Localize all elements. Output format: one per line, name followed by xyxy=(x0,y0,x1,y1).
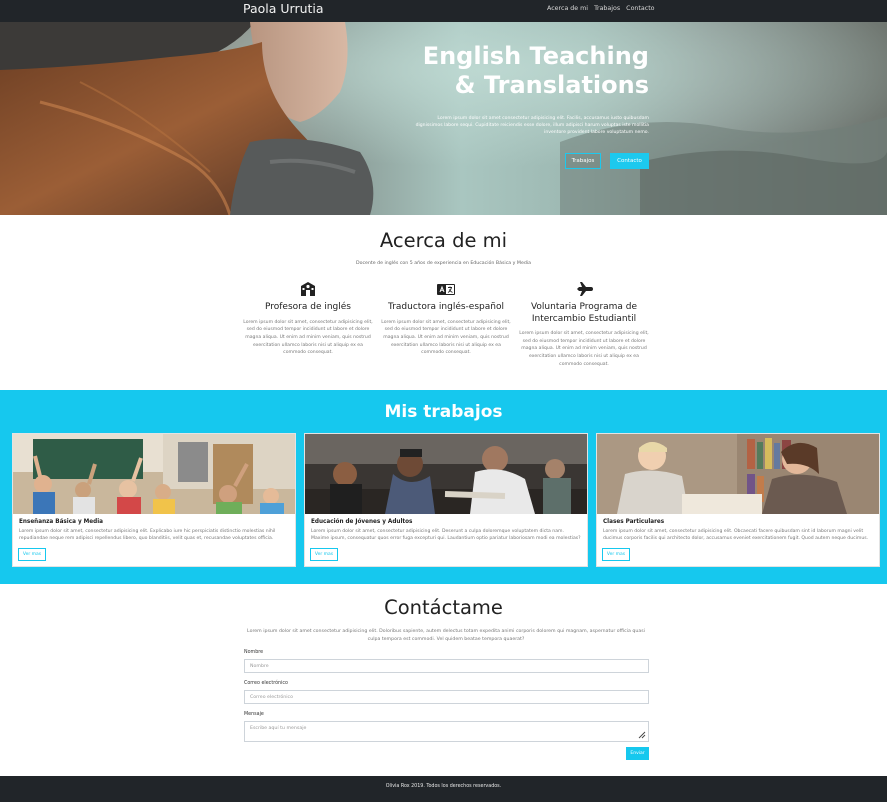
work-card-more-button[interactable]: Ver mas xyxy=(602,548,630,561)
email-input[interactable]: Correo electrónico xyxy=(244,690,649,704)
resize-handle-icon[interactable] xyxy=(638,731,646,739)
nav-link-works[interactable]: Trabajos xyxy=(594,5,620,12)
name-input[interactable]: Nombre xyxy=(244,659,649,673)
work-card-text: Lorem ipsum dolor sit amet, consectetur … xyxy=(311,529,581,541)
school-icon xyxy=(301,282,315,296)
contact-title: Contáctame xyxy=(384,596,503,619)
about-column-title: Traductora inglés-español xyxy=(388,302,504,312)
about-column-teacher: Profesora de inglés Lorem ipsum dolor si… xyxy=(243,281,373,357)
name-placeholder: Nombre xyxy=(250,663,269,669)
work-card-basic-education: Enseñanza Básica y Media Lorem ipsum dol… xyxy=(12,433,296,567)
hero-description: Lorem ipsum dolor sit amet consectetur a… xyxy=(415,116,649,136)
hero-works-button[interactable]: Trabajos xyxy=(565,153,601,169)
brand-name[interactable]: Paola Urrutia xyxy=(243,1,324,16)
nav-links: Acerca de mi Trabajos Contacto xyxy=(547,5,655,12)
about-column-volunteer: Voluntaria Programa de Intercambio Estud… xyxy=(519,281,649,369)
nav-link-about[interactable]: Acerca de mi xyxy=(547,5,588,12)
hero-title-line-2: & Translations xyxy=(454,71,649,99)
about-subtitle: Docente de inglés con 5 años de experien… xyxy=(356,261,531,266)
hero-title: English Teaching & Translations xyxy=(423,42,649,100)
private-class-image xyxy=(597,434,879,514)
works-title: Mis trabajos xyxy=(384,402,503,422)
works-section: Mis trabajos Enseñanza Básica y Media Lo… xyxy=(0,390,887,584)
work-card-text: Lorem ipsum dolor sit amet, consectetur … xyxy=(19,529,276,541)
send-button[interactable]: Enviar xyxy=(626,747,649,760)
name-label: Nombre xyxy=(244,650,264,655)
work-card-more-button[interactable]: Ver mas xyxy=(18,548,46,561)
work-card-title: Educación de Jóvenes y Adultos xyxy=(311,519,413,525)
navbar: Paola Urrutia Acerca de mi Trabajos Cont… xyxy=(0,0,887,22)
about-column-title: Voluntaria Programa de Intercambio Estud… xyxy=(530,302,638,324)
about-column-title: Profesora de inglés xyxy=(264,302,351,312)
work-card-text: Lorem ipsum dolor sit amet, consectetur … xyxy=(603,529,869,541)
about-title: Acerca de mi xyxy=(379,229,508,252)
airplane-icon xyxy=(575,282,593,296)
email-label: Correo electrónico xyxy=(244,681,288,686)
message-label: Mensaje xyxy=(244,712,264,717)
work-card-adult-education: Educación de Jóvenes y Adultos Lorem ips… xyxy=(304,433,588,567)
footer: Olivia Rox 2019. Todos los derechos rese… xyxy=(0,776,887,802)
message-placeholder: Escribe aquí tu mensaje xyxy=(250,726,307,731)
hero-contact-button[interactable]: Contacto xyxy=(610,153,649,169)
email-placeholder: Correo electrónico xyxy=(250,694,293,700)
work-card-title: Clases Particulares xyxy=(603,519,665,525)
translate-icon xyxy=(437,284,455,295)
work-card-more-button[interactable]: Ver mas xyxy=(310,548,338,561)
hero-title-line-1: English Teaching xyxy=(422,42,649,70)
adult-class-image xyxy=(305,434,587,514)
work-card-title: Enseñanza Básica y Media xyxy=(19,519,104,525)
work-card-private-classes: Clases Particulares Lorem ipsum dolor si… xyxy=(596,433,880,567)
message-textarea[interactable]: Escribe aquí tu mensaje xyxy=(244,721,649,742)
about-column-translator: Traductora inglés-español Lorem ipsum do… xyxy=(381,281,511,357)
hero-section: English Teaching & Translations Lorem ip… xyxy=(0,22,887,215)
about-column-text: Lorem ipsum dolor sit amet, consectetur … xyxy=(381,319,511,356)
about-column-text: Lorem ipsum dolor sit amet, consectetur … xyxy=(519,331,649,367)
classroom-image xyxy=(13,434,295,514)
contact-description: Lorem ipsum dolor sit amet consectetur a… xyxy=(247,629,645,642)
footer-copyright: Olivia Rox 2019. Todos los derechos rese… xyxy=(385,784,502,789)
nav-link-contact[interactable]: Contacto xyxy=(626,5,654,12)
about-column-text: Lorem ipsum dolor sit amet, consectetur … xyxy=(243,319,373,356)
